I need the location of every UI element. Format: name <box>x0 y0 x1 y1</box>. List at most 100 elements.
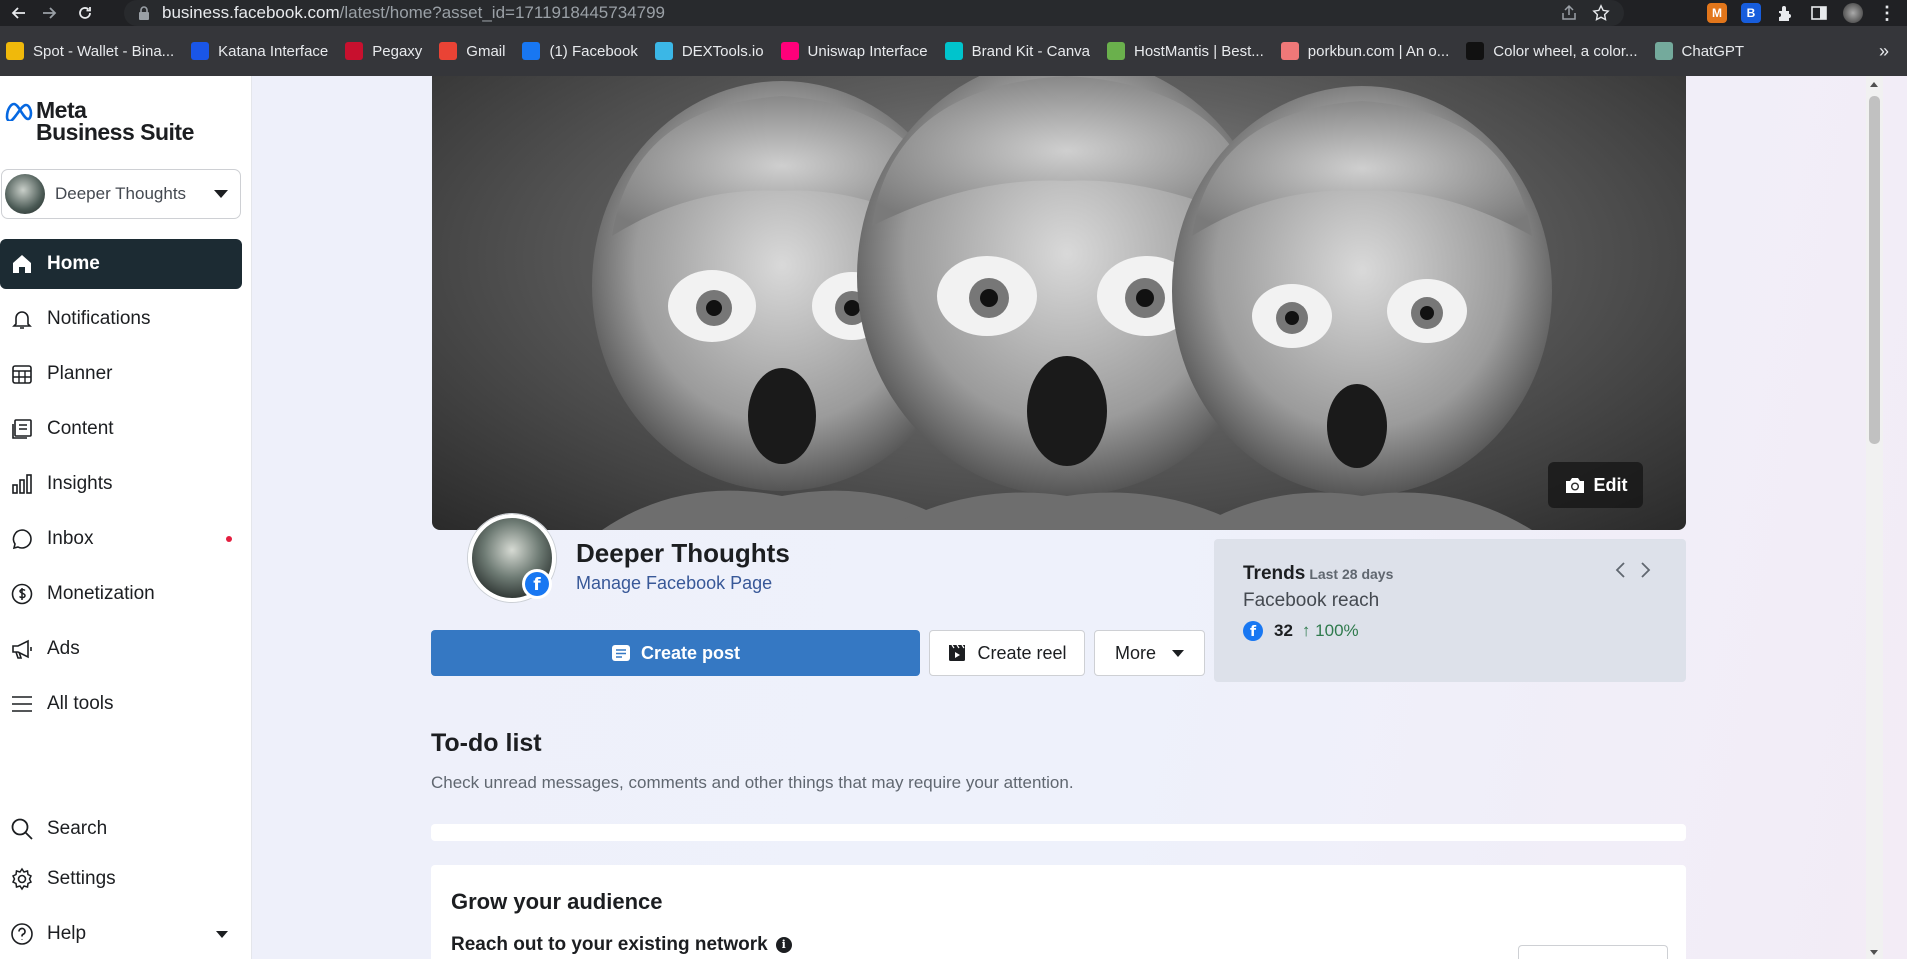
sidebar-item-monetization[interactable]: Monetization <box>0 569 242 619</box>
browser-toolbar: business.facebook.com/latest/home?asset_… <box>0 0 1907 26</box>
caret-down-icon <box>1172 649 1184 657</box>
bookmark-label: Gmail <box>466 42 506 60</box>
pegaxy-icon <box>345 42 364 60</box>
trends-value: 32 <box>1274 621 1293 640</box>
sidebar-item-label: All tools <box>47 693 114 714</box>
bookmark-item[interactable]: Katana Interface <box>191 42 328 60</box>
edit-cover-button[interactable]: Edit <box>1548 462 1643 508</box>
grow-audience-title: Grow your audience <box>451 889 663 914</box>
star-icon[interactable] <box>1592 4 1610 22</box>
meta-business-suite-logo[interactable]: Meta Business Suite <box>4 97 194 145</box>
forward-icon[interactable] <box>38 2 60 24</box>
sidebar-item-ads[interactable]: Ads <box>0 624 242 674</box>
unread-dot <box>226 536 232 542</box>
bookmark-item[interactable]: ChatGPT <box>1654 42 1744 60</box>
grow-audience-action-button[interactable] <box>1518 945 1668 959</box>
sidebar-item-notifications[interactable]: Notifications <box>0 294 242 344</box>
sidebar-item-label: Search <box>47 818 108 839</box>
trends-card: Trends Last 28 days Facebook reach f 32 ↑… <box>1214 539 1686 682</box>
sidebar-item-label: Settings <box>47 868 116 889</box>
scroll-up-arrow-icon[interactable] <box>1870 82 1878 87</box>
facebook-badge-icon: f <box>522 569 552 599</box>
bookmark-item[interactable]: Gmail <box>439 42 505 60</box>
metamask-icon[interactable]: M <box>1707 3 1727 23</box>
grow-audience-subtitle: Reach out to your existing network <box>451 934 768 955</box>
cover-illustration <box>592 76 1552 530</box>
sidebar-item-label: Inbox <box>47 528 94 549</box>
share-icon[interactable] <box>1560 4 1578 22</box>
kebab-menu-icon[interactable]: ⋮ <box>1877 3 1897 23</box>
side-panel-icon[interactable] <box>1809 3 1829 23</box>
trends-change: 100% <box>1315 621 1359 640</box>
uniswap-icon <box>780 42 799 60</box>
sidebar-item-search[interactable]: Search <box>0 804 242 854</box>
facebook-icon: f <box>1243 621 1263 641</box>
colorwheel-icon <box>1466 42 1485 60</box>
bookmark-item[interactable]: Color wheel, a color... <box>1466 42 1638 60</box>
trends-metric: Facebook reach <box>1243 590 1380 611</box>
bookmark-item[interactable]: Pegaxy <box>345 42 422 60</box>
bookmark-item[interactable]: HostMantis | Best... <box>1107 42 1264 60</box>
trends-period: Last 28 days <box>1309 566 1394 582</box>
sidebar-item-insights[interactable]: Insights <box>0 459 242 509</box>
chevron-left-icon[interactable] <box>1614 561 1628 579</box>
business-suite-app: Meta Business Suite Deeper Thoughts Home… <box>0 76 1907 959</box>
bookmarks-overflow-button[interactable]: » <box>1879 41 1889 62</box>
page-scrollbar[interactable] <box>1866 76 1883 959</box>
logo-line-2: Business Suite <box>36 119 194 145</box>
sidebar-item-settings[interactable]: Settings <box>0 854 242 904</box>
caret-down-icon <box>216 931 228 938</box>
bookmark-item[interactable]: DEXTools.io <box>654 42 764 60</box>
address-bar[interactable]: business.facebook.com/latest/home?asset_… <box>124 0 1624 26</box>
katana-icon <box>191 42 210 60</box>
bookmark-item[interactable]: Brand Kit - Canva <box>944 42 1090 60</box>
gmail-icon <box>439 42 458 60</box>
profile-avatar[interactable] <box>1843 3 1863 23</box>
reload-icon[interactable] <box>74 2 96 24</box>
help-icon <box>9 921 35 947</box>
page-name: Deeper Thoughts <box>576 538 790 568</box>
account-switcher[interactable]: Deeper Thoughts <box>1 169 241 219</box>
info-icon[interactable]: i <box>775 937 792 953</box>
sidebar-item-inbox[interactable]: Inbox <box>0 514 242 564</box>
logo-line-1: Meta <box>36 97 87 123</box>
create-reel-button[interactable]: Create reel <box>929 630 1085 676</box>
bookmark-label: Brand Kit - Canva <box>971 42 1090 60</box>
bookmark-label: Pegaxy <box>372 42 423 60</box>
bookmark-label: Katana Interface <box>218 42 329 60</box>
extensions-icon[interactable] <box>1775 3 1795 23</box>
lock-icon <box>139 6 149 20</box>
bookmark-item[interactable]: porkbun.com | An o... <box>1280 42 1449 60</box>
porkbun-icon <box>1280 42 1299 60</box>
dollar-icon <box>9 581 35 607</box>
content-icon <box>9 416 35 442</box>
bitwarden-icon[interactable]: B <box>1741 3 1761 23</box>
sidebar-item-home[interactable]: Home <box>0 239 242 289</box>
grow-audience-card: Grow your audience Reach out to your exi… <box>431 865 1686 959</box>
more-label: More <box>1114 642 1156 663</box>
create-post-button[interactable]: Create post <box>431 630 920 676</box>
sidebar-item-content[interactable]: Content <box>0 404 242 454</box>
sidebar-item-label: Notifications <box>47 308 151 329</box>
bookmark-item[interactable]: (1) Facebook <box>522 42 638 60</box>
bookmark-item[interactable]: Spot - Wallet - Bina... <box>6 42 174 60</box>
menu-icon <box>9 691 35 717</box>
url-host: business.facebook.com <box>162 3 340 22</box>
account-avatar <box>5 174 45 214</box>
sidebar-item-label: Monetization <box>47 583 155 604</box>
hostmantis-icon <box>1107 42 1125 60</box>
chevron-right-icon[interactable] <box>1638 561 1652 579</box>
more-button[interactable]: More <box>1094 630 1205 676</box>
gear-icon <box>9 866 35 892</box>
sidebar-item-all-tools[interactable]: All tools <box>0 679 242 729</box>
scrollbar-thumb[interactable] <box>1869 96 1880 444</box>
scroll-down-arrow-icon[interactable] <box>1870 950 1878 955</box>
back-icon[interactable] <box>8 2 30 24</box>
sidebar-item-planner[interactable]: Planner <box>0 349 242 399</box>
chat-icon <box>9 526 35 552</box>
bookmark-item[interactable]: Uniswap Interface <box>780 42 928 60</box>
sidebar-item-label: Planner <box>47 363 113 384</box>
search-icon <box>9 816 35 842</box>
manage-facebook-page-link[interactable]: Manage Facebook Page <box>576 573 772 594</box>
sidebar-item-help[interactable]: Help <box>0 909 242 959</box>
